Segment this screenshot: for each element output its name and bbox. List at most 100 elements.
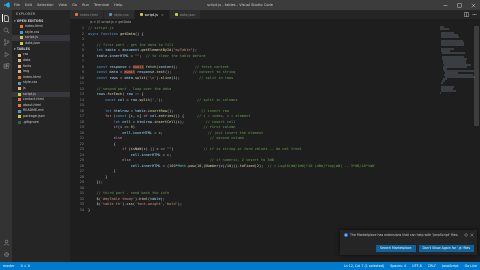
minimap-line — [440, 28, 449, 30]
open-editors-list: index.html style.css script.js data.json — [12, 24, 70, 46]
minimap-line — [442, 52, 466, 54]
open-editors-label: OPEN EDITORS — [16, 19, 44, 23]
status-left: master 0 ⚠ 0 — [0, 262, 36, 270]
file-icon — [20, 25, 23, 29]
editor-actions — [461, 10, 477, 19]
menu-help[interactable]: Help — [114, 0, 122, 10]
explorer-sidebar: EXPLORER ▾ OPEN EDITORS index.html style.… — [12, 10, 70, 262]
file-icon — [20, 30, 23, 34]
file-type-icon — [75, 13, 78, 16]
account-icon[interactable] — [2, 238, 10, 246]
notification-close-icon[interactable] — [470, 233, 474, 237]
info-icon — [344, 233, 348, 237]
settings-gear-icon[interactable] — [2, 250, 10, 258]
line-number: 34 — [79, 207, 84, 212]
status-item[interactable]: Ln 12, Col 7 (1 selected) — [344, 262, 384, 270]
vscode-logo-icon — [3, 1, 11, 9]
file-icon — [18, 92, 21, 96]
scroll-thumb[interactable] — [474, 26, 479, 126]
split-editor-icon[interactable] — [463, 12, 469, 18]
tab-label: style.css — [114, 12, 129, 17]
notification-text: The Marketplace has extensions that can … — [350, 233, 459, 237]
status-right: Ln 12, Col 7 (1 selected) Spaces: 4 UTF-8 C… — [338, 262, 477, 270]
tab-data-json[interactable]: data.json — [169, 10, 202, 19]
status-item[interactable]: UTF-8 — [412, 262, 422, 270]
file-type-icon — [109, 13, 113, 16]
activity-bar — [0, 10, 12, 262]
status-bar: master 0 ⚠ 0 Ln 12, Col 7 (1 selected) Spa… — [0, 262, 480, 270]
file-icon — [18, 76, 21, 80]
minimap-line — [441, 36, 460, 38]
code-text: } — [88, 207, 91, 212]
explorer-icon[interactable] — [2, 14, 10, 22]
tab-label: script.js — [144, 12, 158, 17]
file-type-icon — [139, 13, 143, 16]
menu-selection[interactable]: Selection — [37, 0, 54, 10]
run-debug-icon[interactable] — [2, 50, 10, 58]
status-item[interactable]: Spaces: 4 — [390, 262, 406, 270]
file-icon — [18, 120, 21, 124]
menu-file[interactable]: File — [14, 0, 20, 10]
search-marketplace-button[interactable]: Search Marketplace — [376, 245, 416, 252]
file-icon — [18, 81, 21, 85]
minimap-line — [445, 76, 475, 78]
file-icon — [18, 87, 21, 91]
file-icon — [18, 104, 21, 108]
menu-terminal[interactable]: Terminal — [94, 0, 109, 10]
branch-status[interactable]: master — [3, 262, 15, 270]
tab-style-css[interactable]: style.css — [104, 10, 135, 19]
code-editor[interactable]: 1// script.js 2 async function getData() {… — [70, 26, 466, 262]
menu-go[interactable]: Go — [72, 0, 77, 10]
close-window-icon[interactable] — [466, 0, 480, 10]
notification-settings-icon[interactable] — [464, 233, 468, 237]
breadcrumb[interactable]: js > JS script.js > getData — [70, 19, 480, 25]
notification-buttons: Search Marketplace Don't Show Again for '… — [373, 245, 474, 252]
status-item[interactable]: Go Live — [465, 262, 477, 270]
source-control-icon[interactable] — [2, 38, 10, 46]
list-item[interactable]: .gitignore — [12, 120, 70, 126]
marketplace-notification: The Marketplace has extensions that can … — [340, 230, 477, 255]
file-tree: css data fonts img index.html style.css js scri… — [12, 52, 70, 125]
file-icon — [18, 70, 21, 74]
minimap-line — [441, 82, 444, 84]
minimap-line — [441, 44, 464, 46]
notification-message-row: The Marketplace has extensions that can … — [344, 233, 462, 237]
tab-label: index.html — [80, 12, 99, 17]
close-tab-icon[interactable]: × — [161, 13, 164, 17]
more-actions-icon[interactable] — [471, 12, 477, 18]
file-icon — [18, 64, 21, 68]
search-icon[interactable] — [2, 26, 10, 34]
tab-label: data.json — [179, 12, 196, 17]
notification-actions — [462, 233, 474, 237]
extensions-icon[interactable] — [2, 62, 10, 70]
file-icon — [18, 98, 21, 102]
menu-run[interactable]: Run — [82, 0, 89, 10]
dont-show-again-button[interactable]: Don't Show Again for '.js' files — [418, 245, 474, 252]
editor-tab-bar: index.html style.css script.js × data.json — [70, 10, 480, 19]
file-icon — [20, 42, 23, 46]
tab-index-html[interactable]: index.html — [70, 10, 105, 19]
status-item[interactable]: CRLF — [428, 262, 436, 270]
window-controls — [438, 0, 480, 10]
file-icon — [18, 115, 21, 119]
menu-edit[interactable]: Edit — [25, 0, 32, 10]
minimap-line — [441, 90, 456, 92]
file-type-icon — [174, 13, 178, 16]
minimap[interactable] — [440, 26, 475, 146]
file-icon — [18, 109, 21, 113]
file-name: .gitignore — [23, 119, 39, 124]
file-icon — [20, 36, 23, 40]
code-line[interactable]: 34} — [70, 208, 466, 214]
folder-label: TABLES — [16, 47, 31, 52]
file-icon — [18, 53, 21, 57]
editor-scrollbar[interactable] — [473, 26, 479, 262]
vscode-window: File Edit Selection View Go Run Terminal Help s… — [0, 0, 480, 270]
problems-status[interactable]: 0 ⚠ 0 — [21, 262, 30, 270]
file-icon — [18, 59, 21, 63]
tab-script-js[interactable]: script.js × — [134, 10, 170, 19]
status-item[interactable]: JavaScript — [442, 262, 459, 270]
sidebar-title: EXPLORER — [16, 12, 36, 16]
menu-view[interactable]: View — [59, 0, 68, 10]
maximize-icon[interactable] — [452, 0, 466, 10]
minimize-icon[interactable] — [438, 0, 452, 10]
